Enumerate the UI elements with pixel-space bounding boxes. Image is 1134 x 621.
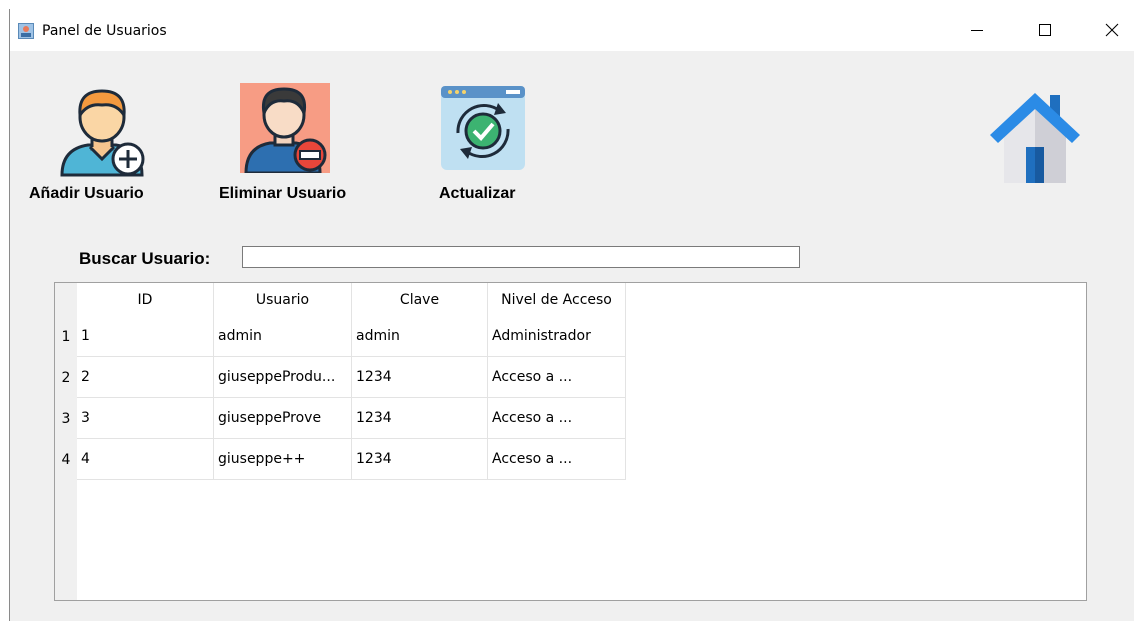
table-cell[interactable]: Administrador (488, 316, 626, 357)
row-number[interactable]: 4 (55, 439, 77, 480)
close-icon (1105, 23, 1119, 37)
title-bar[interactable]: Panel de Usuarios (10, 9, 1134, 51)
user-add-icon (60, 89, 145, 177)
row-number[interactable]: 3 (55, 398, 77, 439)
column-header[interactable]: Usuario (214, 283, 352, 316)
delete-user-label: Eliminar Usuario (219, 185, 347, 202)
table-cell[interactable]: 1234 (352, 398, 488, 439)
table-cell[interactable]: 1234 (352, 439, 488, 480)
search-input[interactable] (242, 246, 800, 268)
table-cell[interactable]: 4 (77, 439, 214, 480)
minimize-icon (971, 30, 983, 31)
home-icon (990, 93, 1080, 183)
add-user-button[interactable]: Añadir Usuario (24, 79, 174, 209)
table-cell[interactable]: admin (214, 316, 352, 357)
row-number[interactable]: 2 (55, 357, 77, 398)
row-number[interactable]: 1 (55, 316, 77, 357)
add-user-label: Añadir Usuario (29, 185, 144, 202)
table-cell[interactable]: 1 (77, 316, 214, 357)
table-cell[interactable]: admin (352, 316, 488, 357)
refresh-label: Actualizar (439, 185, 516, 202)
user-remove-icon (240, 83, 330, 173)
table-cell[interactable]: Acceso a ... (488, 439, 626, 480)
table-cell[interactable]: giuseppeProdu... (214, 357, 352, 398)
column-header[interactable]: Clave (352, 283, 488, 316)
table-cell[interactable]: 1234 (352, 357, 488, 398)
window-title: Panel de Usuarios (42, 23, 167, 39)
close-button[interactable] (1089, 9, 1134, 51)
table-cell[interactable]: 2 (77, 357, 214, 398)
users-table[interactable]: ID Usuario Clave Nivel de Acceso 1 1 admin admi… (54, 282, 1087, 601)
table-cell[interactable]: giuseppe++ (214, 439, 352, 480)
table-cell[interactable]: 3 (77, 398, 214, 439)
column-header[interactable]: Nivel de Acceso (488, 283, 626, 316)
app-icon (18, 23, 34, 39)
delete-user-button[interactable]: Eliminar Usuario (210, 79, 370, 209)
app-window: Panel de Usuarios Añadir Usuario Elimina… (9, 9, 1134, 621)
column-header[interactable]: ID (77, 283, 214, 316)
home-button[interactable] (990, 89, 1080, 185)
table-cell[interactable]: Acceso a ... (488, 398, 626, 439)
table-cell[interactable]: Acceso a ... (488, 357, 626, 398)
refresh-button[interactable]: Actualizar (430, 79, 540, 209)
maximize-icon (1039, 24, 1051, 36)
search-label: Buscar Usuario: (79, 249, 211, 268)
maximize-button[interactable] (1022, 9, 1068, 51)
refresh-check-icon (441, 86, 525, 170)
minimize-button[interactable] (954, 9, 1000, 51)
table-cell[interactable]: giuseppeProve (214, 398, 352, 439)
